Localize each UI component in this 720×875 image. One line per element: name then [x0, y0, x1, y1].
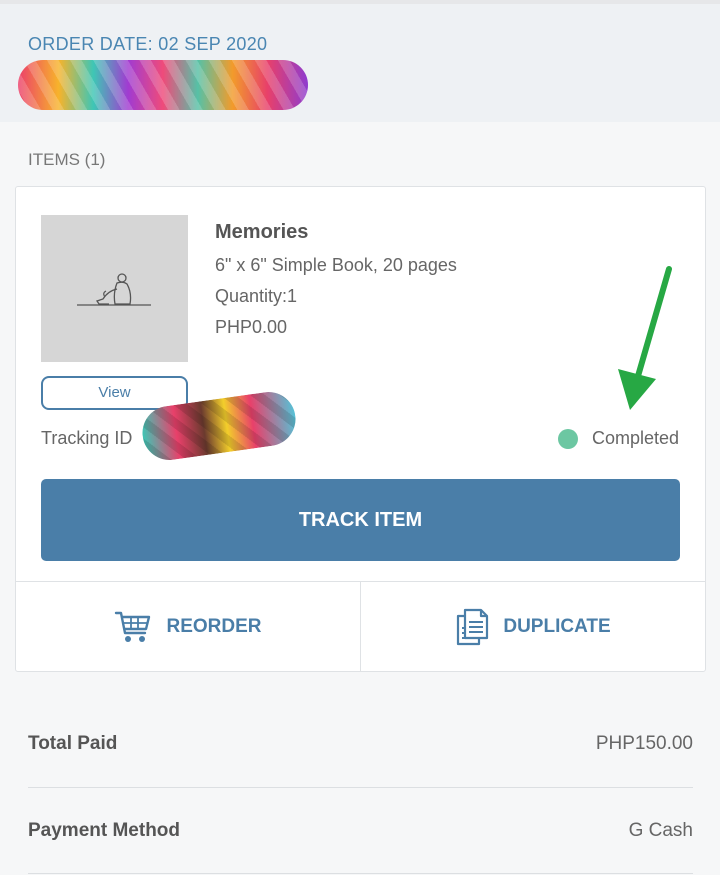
status-dot-icon — [557, 428, 578, 449]
items-count-label: ITEMS (1) — [28, 150, 106, 169]
total-paid-label: Total Paid — [28, 733, 118, 754]
item-description: 6" x 6" Simple Book, 20 pages — [215, 255, 457, 275]
total-paid-row: Total Paid PHP150.00 — [28, 700, 693, 788]
item-card: View Memories 6" x 6" Simple Book, 20 pa… — [15, 186, 706, 672]
summary-divider — [28, 873, 693, 874]
view-button[interactable]: View — [41, 376, 188, 410]
status-text: Completed — [591, 428, 679, 448]
total-paid-value: PHP150.00 — [595, 733, 693, 754]
order-header: ORDER DATE: 02 SEP 2020 4383 — [0, 4, 720, 122]
reorder-button[interactable]: REORDER — [16, 582, 360, 671]
annotation-arrow-icon — [618, 266, 672, 410]
duplicate-label: DUPLICATE — [503, 615, 611, 637]
payment-method-value: G Cash — [628, 820, 693, 841]
shopping-cart-icon — [115, 611, 151, 642]
payment-method-row: Payment Method G Cash — [28, 787, 693, 875]
duplicate-button[interactable]: DUPLICATE — [360, 582, 705, 671]
redaction-scribble — [18, 60, 308, 110]
duplicate-document-icon — [457, 608, 489, 645]
reorder-label: REORDER — [166, 615, 262, 637]
track-item-button[interactable]: TRACK ITEM — [41, 479, 680, 561]
item-title: Memories — [215, 221, 309, 243]
item-actions: REORDER DUPLICATE — [16, 581, 705, 671]
tracking-id-label: Tracking ID — [41, 428, 133, 448]
item-thumbnail[interactable] — [41, 215, 188, 362]
status-indicator: Completed — [557, 428, 679, 449]
payment-method-label: Payment Method — [28, 820, 181, 841]
order-id-redacted: 4383 — [18, 60, 308, 110]
item-price: PHP0.00 — [215, 317, 288, 337]
order-date: ORDER DATE: 02 SEP 2020 — [28, 34, 268, 54]
item-quantity: Quantity:1 — [215, 286, 298, 306]
sitting-person-icon — [77, 273, 151, 306]
